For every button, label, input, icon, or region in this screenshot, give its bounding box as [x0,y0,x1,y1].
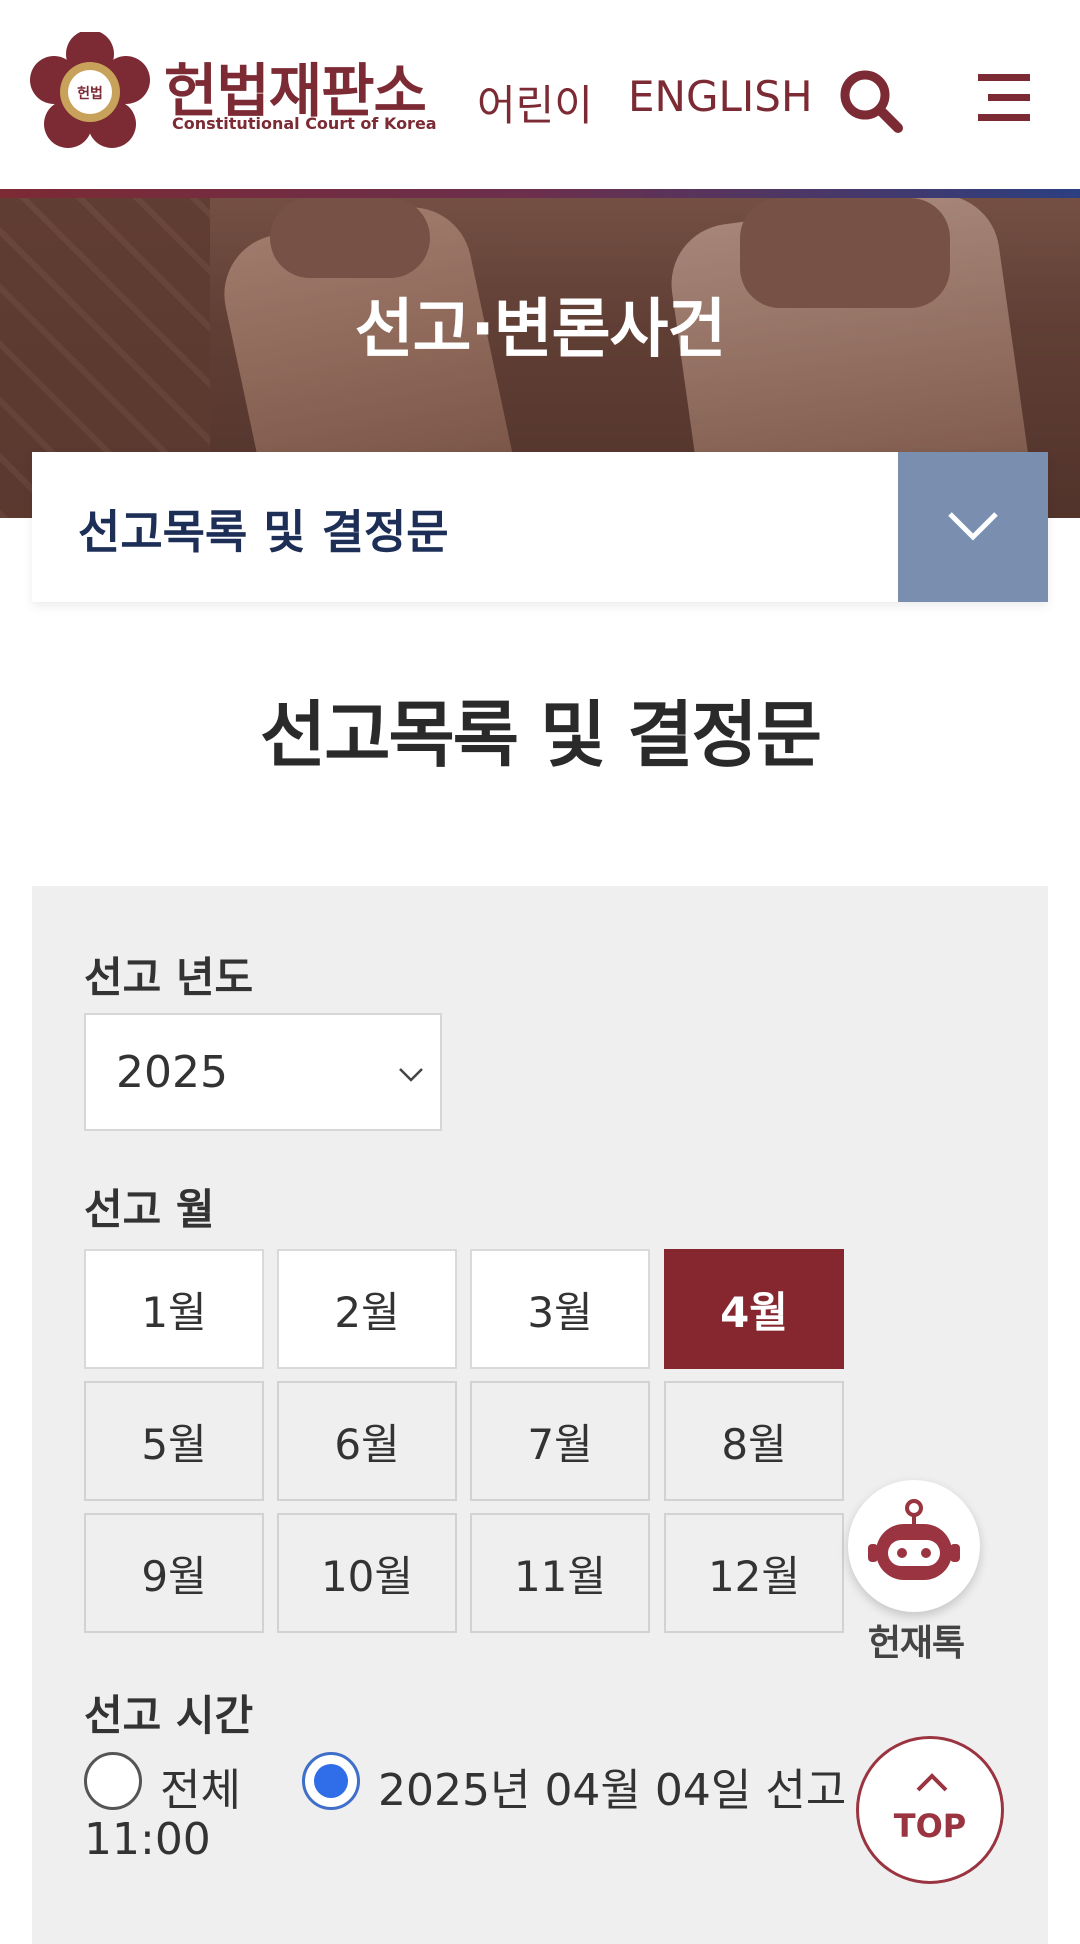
subnav-selected-label: 선고목록 및 결정문 [78,505,449,559]
month-label: 선고 월 [84,1185,215,1234]
month-button-8[interactable]: 8월 [664,1381,844,1501]
chevron-down-icon [399,1068,423,1082]
chevron-down-icon [948,512,998,541]
month-button-10[interactable]: 10월 [277,1513,457,1633]
site-header: 헌법 헌법재판소 Constitutional Court of Korea 어… [0,0,1080,189]
search-icon[interactable] [838,68,904,134]
logo-english-text: Constitutional Court of Korea [172,114,437,133]
time-radio-session-time: 11:00 [84,1814,211,1865]
chatbot-label: 헌재톡 [867,1623,965,1664]
emblem-text: 헌법 [77,86,103,102]
time-radio-session[interactable] [302,1752,360,1810]
scroll-top-label: TOP [893,1807,967,1845]
time-label: 선고 시간 [84,1691,254,1740]
subnav-select[interactable]: 선고목록 및 결정문 [32,452,1048,602]
chevron-up-icon [916,1773,948,1792]
time-radio-all-label: 전체 [160,1765,241,1816]
year-select[interactable]: 2025 [84,1013,442,1131]
banner-title: 선고·변론사건 [354,293,727,367]
subnav-toggle-button[interactable] [898,452,1048,602]
robot-icon [868,1499,960,1580]
month-button-1[interactable]: 1월 [84,1249,264,1369]
header-divider [0,189,1080,198]
month-button-6[interactable]: 6월 [277,1381,457,1501]
english-link[interactable]: ENGLISH [628,72,813,121]
month-button-4[interactable]: 4월 [664,1249,844,1369]
chatbot-button[interactable] [848,1480,980,1612]
month-button-5[interactable]: 5월 [84,1381,264,1501]
court-emblem-icon: 헌법 [30,32,150,148]
month-button-2[interactable]: 2월 [277,1249,457,1369]
time-radio-all[interactable] [84,1752,142,1810]
month-button-12[interactable]: 12월 [664,1513,844,1633]
year-select-value: 2025 [116,1047,228,1098]
time-radio-session-label: 2025년 04월 04일 선고 [378,1765,847,1816]
month-button-11[interactable]: 11월 [470,1513,650,1633]
hamburger-menu-icon[interactable] [976,70,1032,126]
site-logo[interactable]: 헌법 헌법재판소 Constitutional Court of Korea [30,32,437,152]
scroll-top-button[interactable]: TOP [856,1736,1004,1884]
month-button-9[interactable]: 9월 [84,1513,264,1633]
page-title: 선고목록 및 결정문 [259,693,822,777]
year-label: 선고 년도 [84,953,254,1002]
month-button-3[interactable]: 3월 [470,1249,650,1369]
kids-link[interactable]: 어린이 [477,72,593,133]
month-button-7[interactable]: 7월 [470,1381,650,1501]
